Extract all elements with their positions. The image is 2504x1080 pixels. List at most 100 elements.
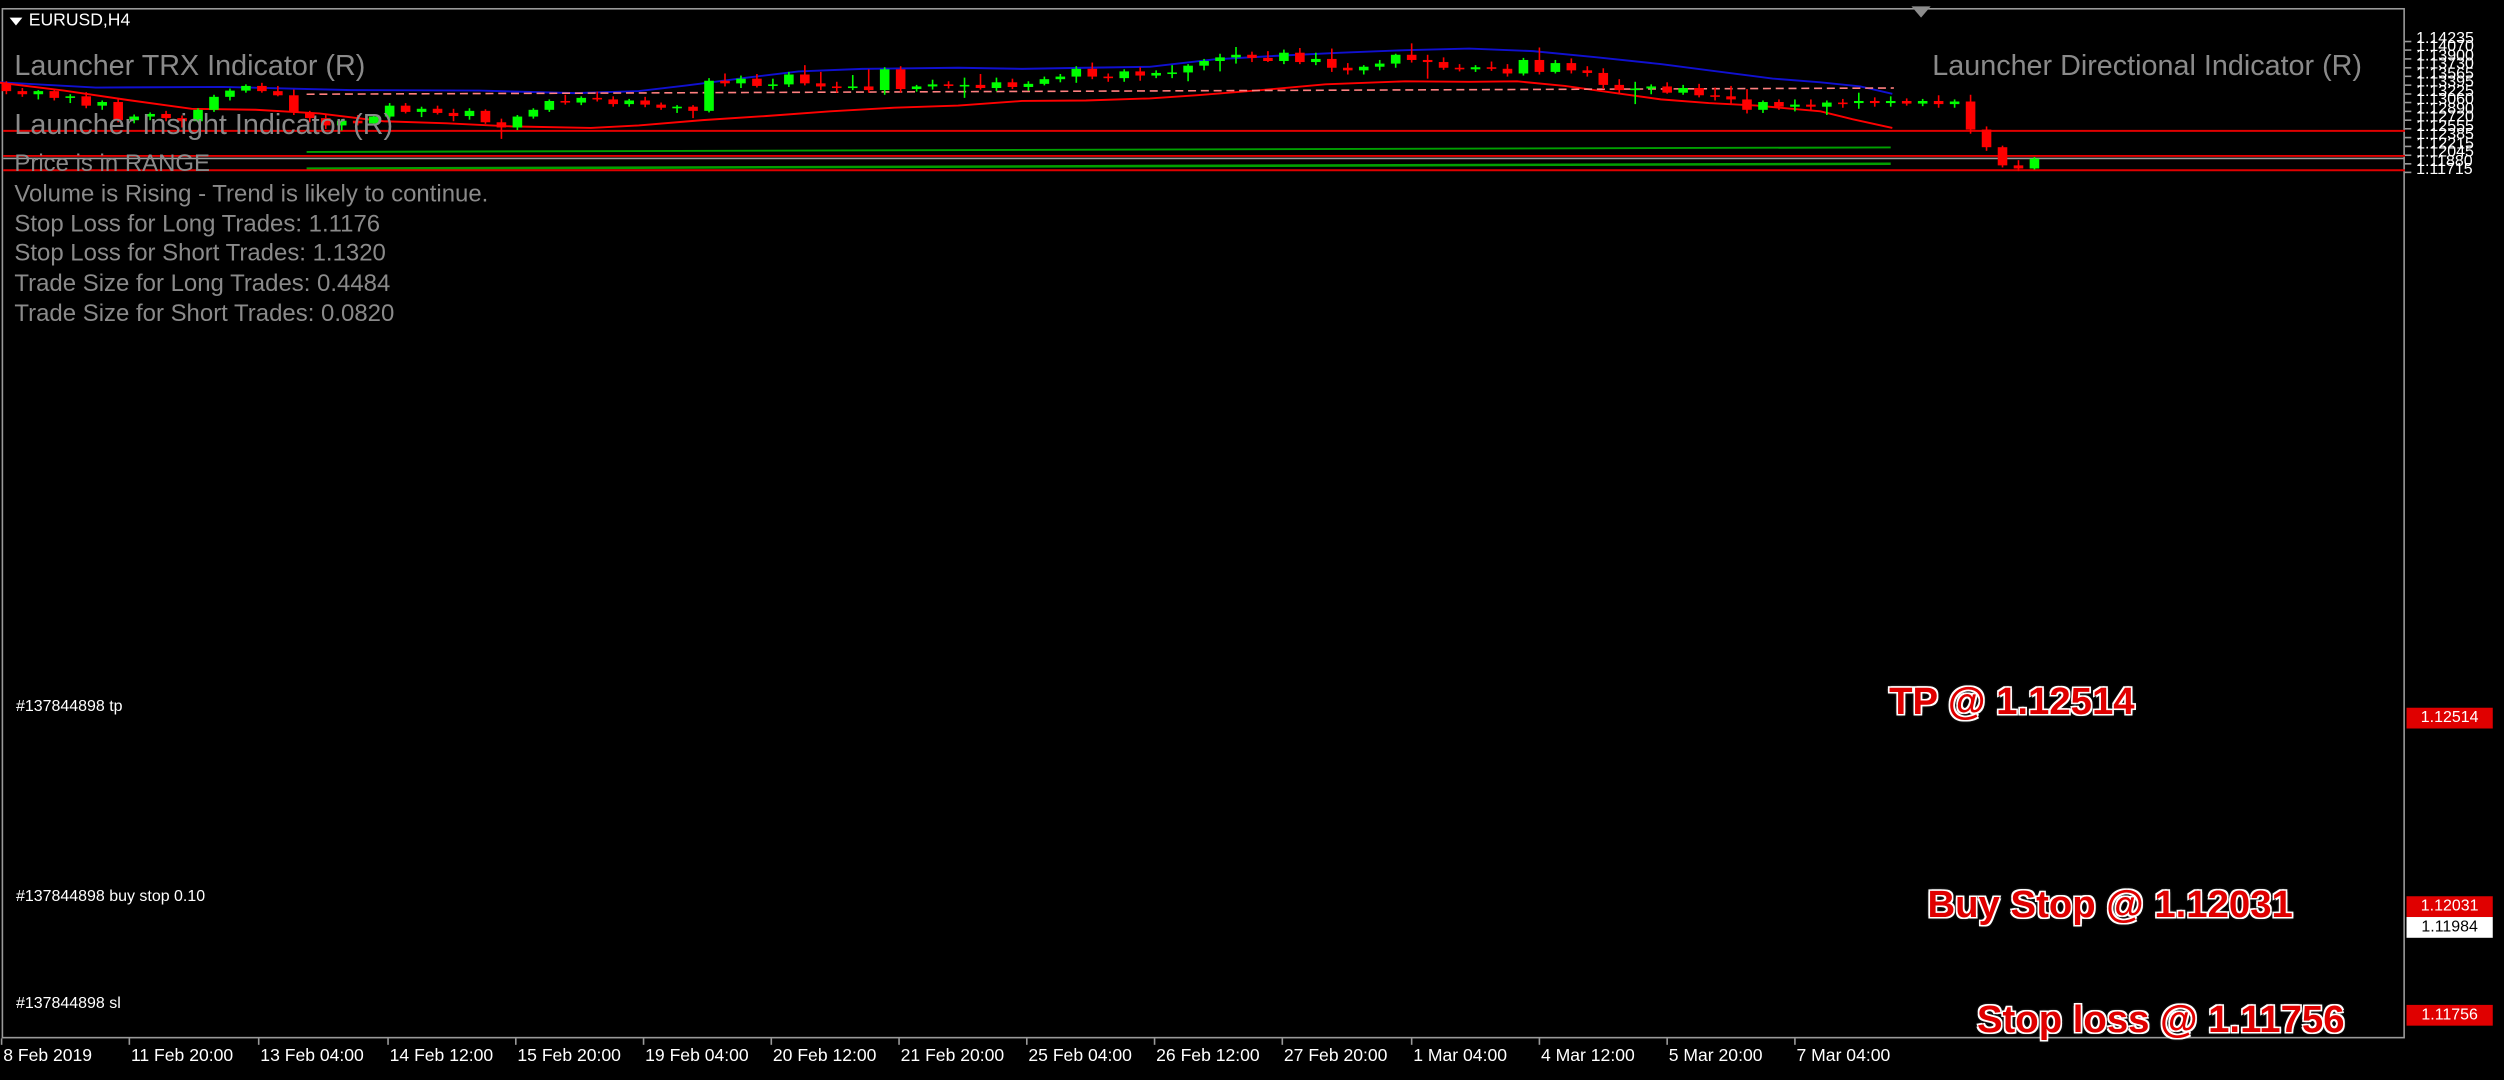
buy-stop-order-label[interactable]: #137844898 buy stop 0.10: [16, 888, 205, 906]
candle-body: [1806, 104, 1816, 107]
sl-order-label[interactable]: #137844898 sl: [16, 995, 121, 1013]
candle-body: [784, 74, 794, 85]
candle-body: [1694, 88, 1704, 96]
candle-body: [959, 84, 970, 87]
candle-body: [1374, 63, 1385, 67]
directional-indicator-label: Launcher Directional Indicator (R): [1932, 49, 2363, 82]
candle-body: [1263, 57, 1273, 62]
candle-body: [1917, 100, 1928, 104]
buy-stop-annotation: Buy Stop @ 1.12031: [1927, 883, 2293, 927]
candle-body: [1901, 100, 1912, 104]
candle-body: [800, 74, 810, 84]
candle-body: [81, 96, 92, 106]
candle-body: [2029, 158, 2040, 169]
candle-body: [1470, 67, 1481, 70]
long-trade-size-text: Trade Size for Long Trades: 0.4484: [14, 270, 391, 298]
candle-body: [1869, 100, 1880, 104]
x-tick-label: 15 Feb 20:00: [517, 1046, 621, 1066]
candle-body: [608, 99, 619, 105]
y-tick-label: 1.11715: [2416, 161, 2473, 179]
symbol-title[interactable]: EURUSD,H4: [9, 11, 131, 31]
long-stop-loss-text: Stop Loss for Long Trades: 1.1176: [14, 210, 381, 238]
candle-body: [97, 102, 107, 106]
candle: [480, 109, 491, 124]
candle-body: [640, 100, 650, 105]
dropdown-arrow-icon[interactable]: [9, 16, 23, 25]
candle-body: [1071, 68, 1082, 77]
candle-body: [752, 78, 762, 86]
candle-body: [1422, 59, 1433, 63]
candle: [1997, 145, 2008, 168]
x-tick-label: 14 Feb 12:00: [389, 1046, 494, 1066]
candle-body: [512, 116, 523, 128]
candle-body: [704, 80, 714, 111]
candle-body: [1742, 99, 1752, 110]
candle-body: [1758, 102, 1768, 110]
candle-body: [1358, 66, 1369, 71]
chart-shift-marker-icon[interactable]: [1911, 6, 1931, 18]
candle-body: [528, 109, 539, 117]
candle-body: [1247, 54, 1257, 58]
candle-body: [1039, 79, 1050, 84]
candle-body: [991, 82, 1002, 89]
candle-body: [1678, 88, 1688, 93]
candle-body: [927, 84, 938, 87]
candle-body: [1933, 100, 1944, 105]
candle-body: [1454, 67, 1465, 70]
current-price-label: 1.11984: [2406, 917, 2493, 938]
candle-body: [273, 91, 283, 96]
candle-body: [1438, 62, 1449, 68]
short-trade-size-text: Trade Size for Short Trades: 0.0820: [14, 300, 395, 328]
candle-body: [1997, 147, 2008, 166]
candle-body: [1614, 84, 1625, 91]
x-tick-label: 4 Mar 12:00: [1541, 1046, 1635, 1066]
candle-body: [1790, 104, 1800, 107]
candle-body: [225, 90, 235, 97]
x-tick-label: 27 Feb 20:00: [1283, 1046, 1388, 1066]
candle-body: [1167, 72, 1177, 75]
candle-body: [1981, 129, 1992, 148]
candle-body: [1055, 76, 1066, 80]
candle-body: [1342, 67, 1353, 71]
candle-body: [1965, 101, 1976, 130]
symbol-title-text: EURUSD,H4: [28, 11, 131, 31]
candle-body: [863, 86, 874, 91]
candle-body: [1582, 70, 1593, 73]
candle-body: [1662, 86, 1672, 93]
candle-body: [1486, 67, 1497, 69]
candle-body: [831, 86, 842, 89]
candle-body: [1502, 68, 1513, 74]
candle-body: [1646, 86, 1656, 89]
candle-body: [560, 100, 571, 103]
candle: [1981, 126, 1992, 151]
candle-body: [624, 100, 634, 105]
candle-body: [847, 86, 858, 89]
candle-body: [1885, 100, 1896, 104]
candle-body: [65, 96, 76, 98]
candle-body: [1007, 82, 1018, 87]
tp-annotation: TP @ 1.12514: [1889, 680, 2135, 724]
candle-body: [400, 105, 411, 112]
candle-body: [1534, 59, 1545, 72]
candle-body: [1854, 100, 1864, 104]
x-tick-label: 20 Feb 12:00: [772, 1046, 877, 1066]
candle-body: [720, 80, 730, 84]
candle: [2029, 157, 2040, 170]
candle-body: [1119, 71, 1130, 79]
candle-body: [1, 83, 12, 92]
candle-body: [432, 108, 443, 113]
candle-body: [1023, 83, 1034, 87]
candle-body: [1183, 65, 1193, 73]
candle-body: [1390, 54, 1401, 64]
x-tick-label: 5 Mar 20:00: [1668, 1046, 1763, 1066]
candle-body: [544, 100, 555, 110]
candle-body: [1726, 96, 1736, 100]
candle-body: [1838, 102, 1848, 105]
candle: [704, 78, 714, 113]
tp-price-label: 1.12514: [2406, 707, 2493, 729]
x-tick-label: 26 Feb 12:00: [1156, 1046, 1260, 1066]
candle-body: [448, 112, 459, 117]
candle-body: [1199, 61, 1209, 66]
tp-order-label[interactable]: #137844898 tp: [16, 698, 123, 716]
trx-indicator-label: Launcher TRX Indicator (R): [14, 49, 366, 82]
